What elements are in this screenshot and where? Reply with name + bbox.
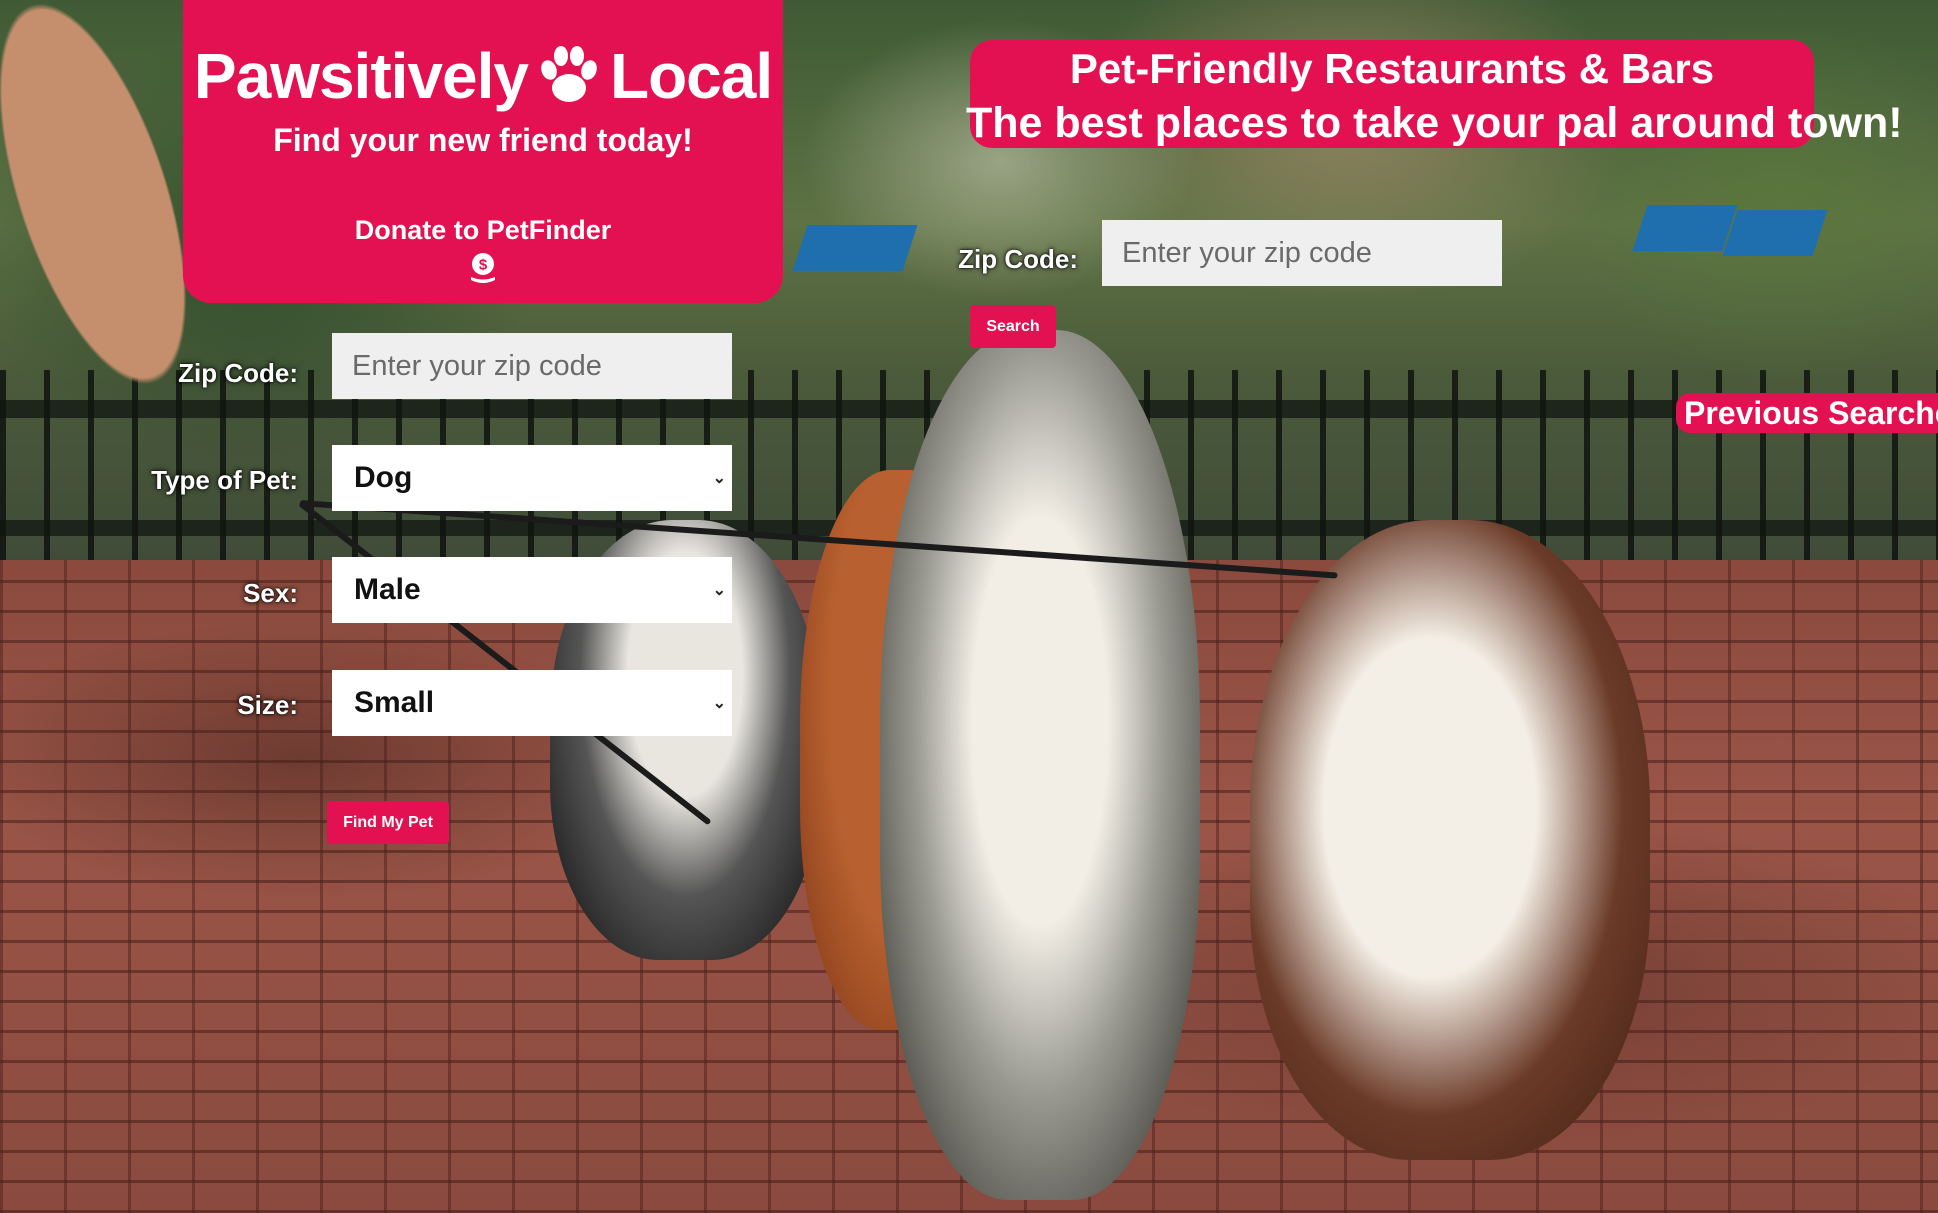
pet-type-select[interactable]: Dog ⌄ — [332, 445, 732, 511]
paw-icon — [536, 44, 602, 120]
site-title-left: Pawsitively — [193, 40, 529, 112]
restaurants-banner: Pet-Friendly Restaurants & Bars The best… — [966, 40, 1903, 148]
catahoula-dog — [880, 330, 1200, 1200]
aussie-dog — [1250, 520, 1650, 1160]
size-label: Size: — [237, 690, 298, 720]
size-value: Small — [354, 686, 435, 719]
chevron-down-icon: ⌄ — [712, 470, 726, 487]
site-title: Pawsitively Local — [183, 38, 783, 120]
restaurant-zip-label: Zip Code: — [958, 244, 1078, 274]
zip-code-label: Zip Code: — [178, 358, 298, 388]
pet-type-value: Dog — [354, 461, 413, 494]
pet-type-label: Type of Pet: — [151, 465, 298, 495]
sex-label: Sex: — [243, 578, 298, 608]
donate-link[interactable]: Donate to PetFinder $ — [354, 215, 612, 291]
find-my-pet-button[interactable]: Find My Pet — [327, 801, 449, 844]
donate-label: Donate to PetFinder — [354, 215, 612, 245]
brand-header: Pawsitively Local Find your new friend t… — [183, 0, 783, 303]
money-bag-icon: $ — [466, 250, 500, 291]
chevron-down-icon: ⌄ — [712, 695, 726, 712]
svg-text:$: $ — [479, 257, 488, 274]
restaurants-subheading: The best places to take your pal around … — [966, 99, 1903, 147]
size-select[interactable]: Small ⌄ — [332, 670, 732, 736]
restaurants-heading: Pet-Friendly Restaurants & Bars — [1069, 45, 1715, 92]
background-awning — [1632, 205, 1738, 251]
search-button[interactable]: Search — [970, 305, 1056, 348]
chevron-down-icon: ⌄ — [712, 582, 726, 599]
sex-select[interactable]: Male ⌄ — [332, 557, 732, 623]
background-awning — [1722, 210, 1828, 256]
restaurant-zip-input[interactable] — [1102, 220, 1502, 286]
previous-searches-heading: Previous Searches: — [1676, 393, 1938, 433]
site-title-right: Local — [609, 40, 773, 112]
sex-value: Male — [354, 573, 421, 606]
site-subtitle: Find your new friend today! — [273, 122, 693, 158]
zip-code-input[interactable] — [332, 333, 732, 399]
